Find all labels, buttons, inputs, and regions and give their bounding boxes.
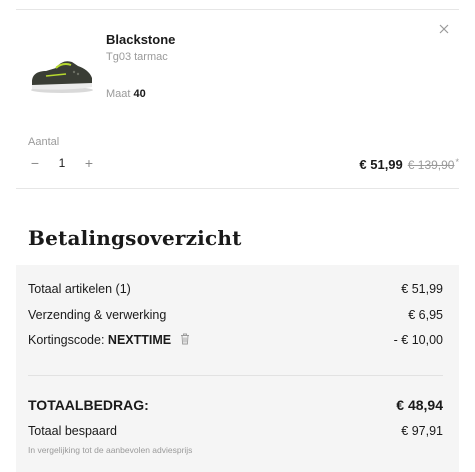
summary-row-value: € 6,95 — [408, 308, 443, 322]
summary-row-coupon: Kortingscode: NEXTTIME - € 10,00 — [28, 333, 443, 347]
total-label: TOTAALBEDRAG: — [28, 397, 149, 413]
summary-row-label: Verzending & verwerking — [28, 308, 167, 322]
saved-label: Totaal bespaard — [28, 424, 117, 438]
coupon-line: Kortingscode: NEXTTIME — [28, 333, 190, 347]
summary-divider — [28, 375, 443, 376]
coupon-code: NEXTTIME — [107, 333, 172, 347]
product-size: Maat 40 — [106, 88, 146, 100]
quantity-stepper: − 1 + — [28, 155, 96, 171]
saved-value: € 97,91 — [401, 424, 443, 438]
product-name[interactable]: Blackstone — [106, 32, 175, 47]
original-price: € 139,90 — [407, 158, 455, 172]
cart-item: Blackstone Tg03 tarmac Maat 40 Aantal − … — [16, 10, 459, 188]
coupon-discount-value: - € 10,00 — [393, 333, 443, 347]
quantity-value[interactable]: 1 — [42, 156, 82, 170]
size-label: Maat — [106, 88, 131, 100]
coupon-label: Kortingscode: — [28, 333, 105, 347]
page-title: Betalingsoverzicht — [28, 226, 242, 250]
decrement-button[interactable]: − — [28, 155, 42, 171]
increment-button[interactable]: + — [82, 155, 96, 171]
remove-item-button[interactable] — [437, 22, 451, 36]
summary-row-label: Totaal artikelen (1) — [28, 282, 131, 296]
total-row: TOTAALBEDRAG: € 48,94 — [28, 397, 443, 413]
size-value: 40 — [133, 88, 146, 100]
summary-row-shipping: Verzending & verwerking € 6,95 — [28, 308, 443, 322]
product-variant: Tg03 tarmac — [106, 51, 168, 63]
price-footnote-marker: * — [455, 157, 459, 167]
payment-summary: Totaal artikelen (1) € 51,99 Verzending … — [16, 265, 459, 472]
savings-note: In vergelijking tot de aanbevolen advies… — [28, 445, 193, 455]
summary-row-value: € 51,99 — [401, 282, 443, 296]
close-icon — [439, 24, 449, 34]
item-price: € 51,99 € 139,90 * — [359, 157, 459, 172]
quantity-label: Aantal — [28, 136, 60, 148]
summary-row-items: Totaal artikelen (1) € 51,99 — [28, 282, 443, 296]
saved-row: Totaal bespaard € 97,91 — [28, 424, 443, 438]
section-divider — [16, 188, 459, 189]
product-image[interactable] — [26, 52, 96, 100]
trash-icon[interactable] — [180, 333, 190, 345]
total-value: € 48,94 — [396, 397, 443, 413]
current-price: € 51,99 — [359, 157, 403, 172]
